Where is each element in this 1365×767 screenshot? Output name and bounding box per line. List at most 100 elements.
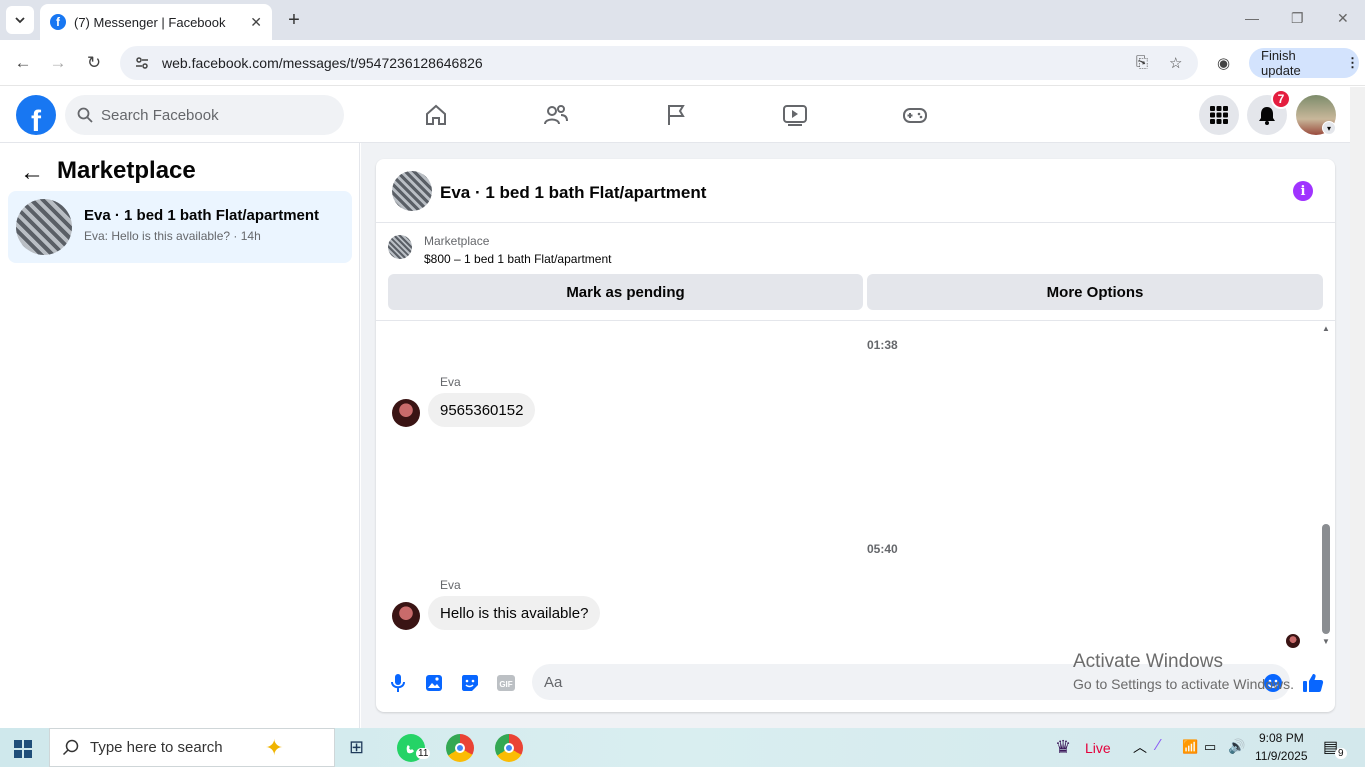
battery-icon[interactable]: ▭ xyxy=(1204,739,1216,755)
info-icon[interactable]: i xyxy=(1293,181,1313,201)
back-arrow-icon[interactable]: ← xyxy=(20,159,44,187)
forward-arrow-icon[interactable]: → xyxy=(47,52,69,74)
browser-toolbar: ← → ↻ web.facebook.com/messages/t/954723… xyxy=(0,40,1365,86)
bell-icon xyxy=(1259,107,1275,125)
message-sender: Eva xyxy=(440,375,461,389)
premier-league-icon[interactable]: ♛ xyxy=(1055,737,1071,758)
watermark-line-1: Activate Windows xyxy=(1073,651,1223,672)
install-app-icon[interactable]: ⎘ xyxy=(1136,54,1148,71)
address-bar[interactable]: web.facebook.com/messages/t/954723612864… xyxy=(120,46,1198,80)
browser-tab-strip: f (7) Messenger | Facebook ✕ + — ❐ ✕ xyxy=(0,0,1365,40)
notification-center-count: 9 xyxy=(1335,748,1347,759)
marketplace-label: Marketplace xyxy=(424,234,490,248)
message-input-placeholder: Aa xyxy=(544,673,563,691)
finish-update-button[interactable]: Finish update ⋮ xyxy=(1249,48,1359,78)
url-text: web.facebook.com/messages/t/954723612864… xyxy=(162,55,483,71)
read-receipt-avatar xyxy=(1286,634,1300,648)
finish-update-label: Finish update xyxy=(1261,48,1301,78)
pages-flag-icon[interactable] xyxy=(662,101,690,129)
listing-price-title[interactable]: $800 – 1 bed 1 bath Flat/apartment xyxy=(424,252,611,266)
chat-header: Eva · 1 bed 1 bath Flat/apartment i xyxy=(376,159,1335,223)
pen-icon[interactable]: ⁄ xyxy=(1157,737,1160,755)
taskbar-search-input[interactable]: Type here to search ✦ xyxy=(49,728,335,767)
sender-avatar[interactable] xyxy=(392,399,420,427)
friends-icon[interactable] xyxy=(542,101,570,129)
video-icon[interactable] xyxy=(781,101,809,129)
sidebar-title: Marketplace xyxy=(57,157,196,184)
taskbar-search-placeholder: Type here to search xyxy=(90,739,223,756)
task-view-icon[interactable]: ⊞ xyxy=(349,737,364,758)
message-sender: Eva xyxy=(440,578,461,592)
notification-badge: 7 xyxy=(1271,89,1291,109)
minimize-icon[interactable]: — xyxy=(1245,10,1259,26)
scroll-up-icon[interactable]: ▲ xyxy=(1322,324,1330,333)
message-bubble[interactable]: 9565360152 xyxy=(428,393,536,427)
message-timestamp: 05:40 xyxy=(867,542,898,556)
taskbar-date[interactable]: 11/9/2025 xyxy=(1255,749,1308,763)
chrome-profile-taskbar-icon[interactable] xyxy=(495,734,523,762)
live-label[interactable]: Live xyxy=(1085,740,1111,756)
chat-title[interactable]: Eva · 1 bed 1 bath Flat/apartment xyxy=(440,183,706,203)
restore-icon[interactable]: ❐ xyxy=(1291,10,1304,27)
close-icon[interactable]: ✕ xyxy=(250,14,262,31)
search-icon xyxy=(62,739,79,755)
conversation-name: Eva · 1 bed 1 bath Flat/apartment xyxy=(84,207,320,224)
chevron-down-icon xyxy=(15,17,25,24)
svg-text:GIF: GIF xyxy=(499,680,512,689)
show-hidden-icons-icon[interactable]: ︿ xyxy=(1133,737,1147,757)
tab-search-button[interactable] xyxy=(6,6,34,34)
windows-taskbar: Type here to search ✦ ⊞ 11 ♛ Live ︿ ⁄ 📶 … xyxy=(0,728,1365,767)
account-chevron-icon[interactable]: ▾ xyxy=(1322,121,1336,135)
listing-mini-thumbnail xyxy=(388,235,412,259)
watermark-line-2: Go to Settings to activate Windows. xyxy=(1073,676,1294,692)
activate-windows-watermark: Activate Windows Go to Settings to activ… xyxy=(1073,651,1294,692)
facebook-logo-icon[interactable]: f xyxy=(16,95,56,135)
mark-as-pending-button[interactable]: Mark as pending xyxy=(388,274,863,310)
page-scrollbar[interactable] xyxy=(1350,87,1365,728)
site-settings-icon[interactable] xyxy=(134,55,150,71)
menu-grid-button[interactable] xyxy=(1199,95,1239,135)
profile-icon[interactable]: ◉ xyxy=(1217,54,1230,72)
sticker-icon[interactable] xyxy=(458,671,482,695)
chat-panel: Eva · 1 bed 1 bath Flat/apartment i Mark… xyxy=(376,159,1335,712)
facebook-search-input[interactable]: Search Facebook xyxy=(65,95,344,135)
window-close-icon[interactable]: ✕ xyxy=(1337,10,1349,27)
message-bubble[interactable]: Hello is this available? xyxy=(428,596,601,630)
message-text: 9565360152 xyxy=(440,401,524,419)
wifi-icon[interactable]: 📶 xyxy=(1182,739,1198,755)
tab-title: (7) Messenger | Facebook xyxy=(74,14,226,30)
back-arrow-icon[interactable]: ← xyxy=(12,52,34,74)
new-tab-button[interactable]: + xyxy=(282,8,306,32)
volume-icon[interactable]: 🔊 xyxy=(1228,738,1245,755)
thumbs-up-icon[interactable] xyxy=(1301,671,1325,695)
gaming-icon[interactable] xyxy=(901,101,929,129)
search-placeholder: Search Facebook xyxy=(101,106,219,124)
gif-icon[interactable]: GIF xyxy=(494,671,518,695)
marketplace-sidebar: ← Marketplace Eva · 1 bed 1 bath Flat/ap… xyxy=(0,143,360,728)
facebook-header: f Search Facebook 7 ▾ xyxy=(0,87,1350,143)
search-icon xyxy=(77,107,93,123)
more-options-button[interactable]: More Options xyxy=(867,274,1323,310)
reload-icon[interactable]: ↻ xyxy=(83,52,105,74)
sparkle-icon[interactable]: ✦ xyxy=(265,735,283,761)
bookmark-star-icon[interactable]: ☆ xyxy=(1169,54,1182,72)
home-icon[interactable] xyxy=(422,101,450,129)
microphone-icon[interactable] xyxy=(386,671,410,695)
message-text: Hello is this available? xyxy=(440,604,589,622)
windows-start-icon[interactable] xyxy=(14,740,32,758)
message-timestamp: 01:38 xyxy=(867,338,898,352)
whatsapp-badge: 11 xyxy=(416,748,431,759)
conversation-item[interactable]: Eva · 1 bed 1 bath Flat/apartment Eva: H… xyxy=(8,191,352,263)
facebook-favicon-icon: f xyxy=(50,14,66,30)
marketplace-listing-bar: Marketplace $800 – 1 bed 1 bath Flat/apa… xyxy=(376,223,1335,321)
browser-tab-active[interactable]: f (7) Messenger | Facebook ✕ xyxy=(40,4,272,40)
grid-icon xyxy=(1210,106,1228,124)
scroll-down-icon[interactable]: ▼ xyxy=(1322,637,1330,646)
chat-scrollbar-thumb[interactable] xyxy=(1322,524,1330,634)
photo-icon[interactable] xyxy=(422,671,446,695)
sender-avatar[interactable] xyxy=(392,602,420,630)
chat-listing-thumbnail[interactable] xyxy=(392,171,432,211)
more-vertical-icon: ⋮ xyxy=(1346,55,1359,70)
taskbar-time[interactable]: 9:08 PM xyxy=(1259,731,1304,745)
chrome-taskbar-icon[interactable] xyxy=(446,734,474,762)
